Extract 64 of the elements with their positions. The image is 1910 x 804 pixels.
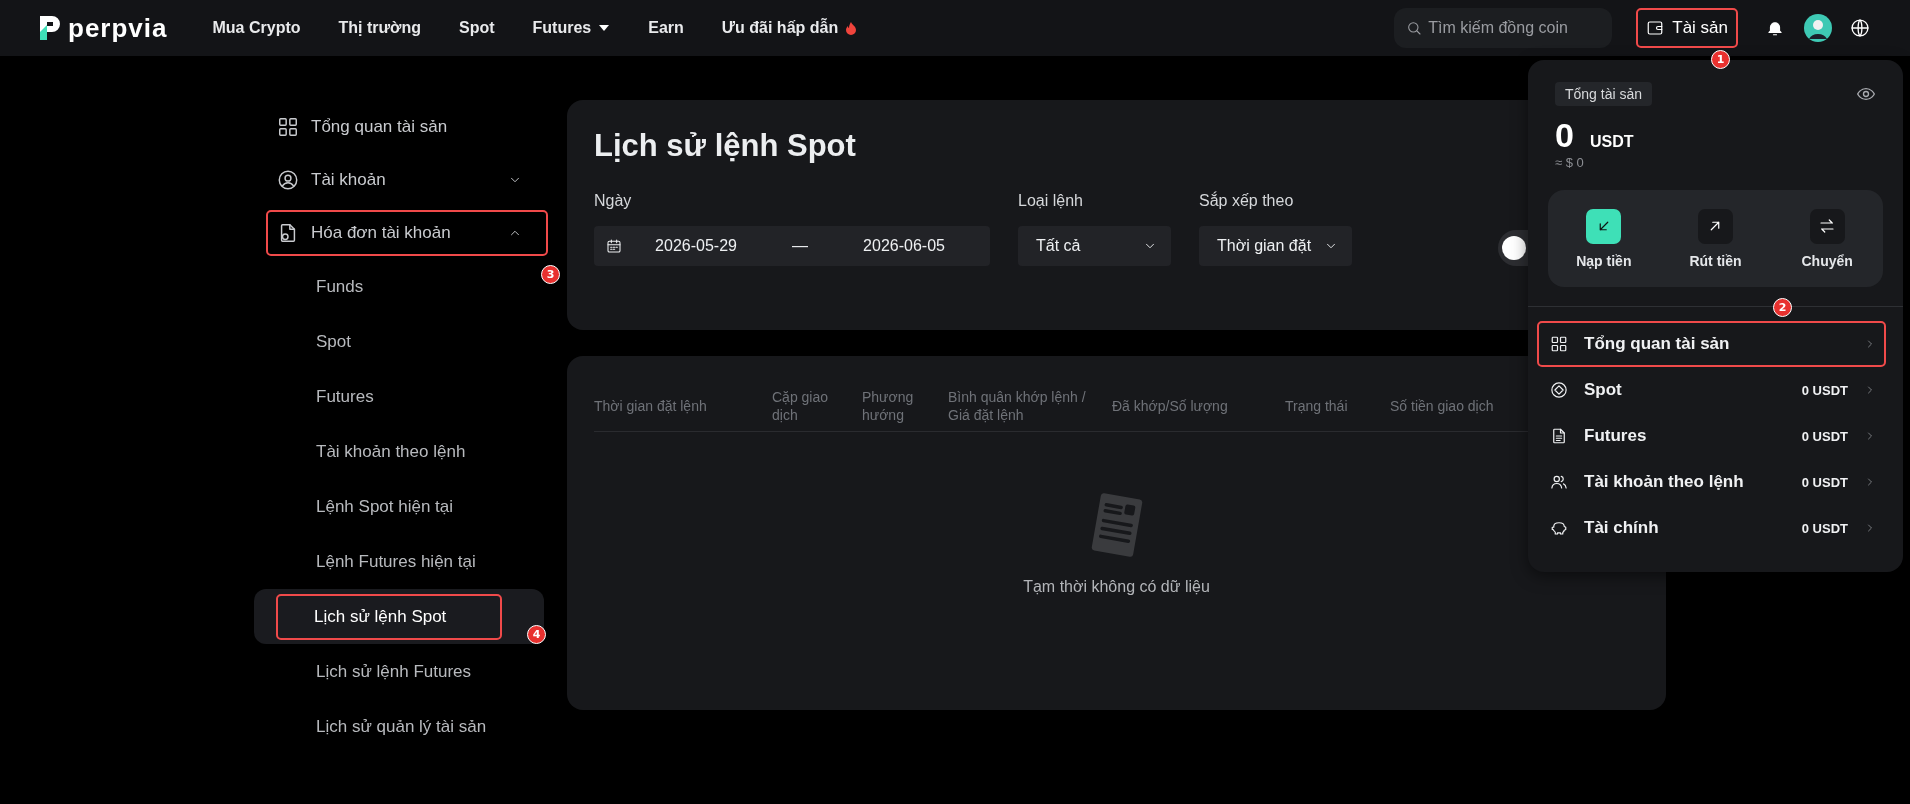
nav-link[interactable]: Ưu đãi hấp dẫn	[702, 19, 877, 37]
sidebar-subitem[interactable]: Lệnh Spot hiện tại	[254, 479, 544, 534]
empty-message: Tạm thời không có dữ liệu	[1023, 578, 1210, 596]
menu-item[interactable]: Tài khoản theo lệnh 0 USDT	[1537, 459, 1886, 505]
sidebar-subitem[interactable]: Futures	[254, 369, 544, 424]
brand-name[interactable]: perpvia	[68, 12, 168, 44]
calendar-icon	[606, 238, 622, 254]
nav-link[interactable]: Futures	[513, 19, 630, 37]
sidebar-subitem[interactable]: Lệnh Futures hiện tại	[254, 534, 544, 589]
sidebar-subitem[interactable]: Lịch sử quản lý tài sản	[254, 699, 544, 754]
users-icon	[1550, 473, 1568, 491]
column-header: Bình quân khớp lệnh / Giá đặt lệnh	[948, 387, 1087, 424]
field-label: Ngày	[594, 192, 633, 210]
grid-icon	[1550, 335, 1568, 353]
avatar-icon	[1804, 14, 1832, 42]
nav-link[interactable]: Spot	[440, 19, 514, 37]
nav-link[interactable]: Thị trường	[319, 19, 440, 37]
grid-icon	[277, 115, 299, 138]
globe-icon	[1850, 18, 1870, 38]
column-header: Trạng thái	[1285, 396, 1349, 415]
menu-item[interactable]: Spot 0 USDT	[1537, 367, 1886, 413]
sidebar-subitem[interactable]: Funds	[254, 259, 544, 314]
target-icon	[1550, 381, 1568, 399]
wallet-icon	[1646, 19, 1665, 37]
column-header: Thời gian đặt lệnh	[594, 396, 708, 415]
sidebar-item[interactable]: Tài khoản	[254, 153, 544, 206]
action-button[interactable]: Nạp tiền	[1548, 208, 1660, 269]
field-label: Loại lệnh	[1018, 192, 1084, 210]
step-badge: 4	[527, 624, 546, 644]
sidebar-item[interactable]: Tổng quan tài sản	[254, 100, 544, 153]
action-button[interactable]: Chuyển	[1771, 208, 1883, 269]
bell-icon	[1766, 19, 1784, 37]
sidebar-subitem[interactable]: Spot	[254, 314, 544, 369]
caret-down-icon	[598, 23, 611, 33]
page-title: Lịch sử lệnh Spot	[594, 127, 856, 165]
column-header: Phương hướng	[862, 387, 915, 424]
search-field[interactable]: Tìm kiếm đồng coin	[1394, 8, 1613, 48]
column-header: Đã khớp/Số lượng	[1112, 396, 1229, 415]
total-amount: 0	[1555, 116, 1574, 155]
total-assets-label: Tổng tài sản	[1555, 82, 1653, 106]
column-header: Số tiền giao dịch	[1390, 396, 1495, 415]
search-icon	[1406, 20, 1423, 36]
sidebar-subitem[interactable]: Lịch sử lệnh Spot 4	[254, 589, 544, 644]
column-header: Cặp giao dịch	[772, 387, 830, 424]
step-badge: 2	[1773, 298, 1792, 317]
currency-label: USDT	[1589, 133, 1634, 151]
piggy-bank-icon	[1550, 519, 1568, 537]
sidebar-subitem[interactable]: Lịch sử lệnh Futures	[254, 644, 544, 699]
user-icon	[277, 168, 299, 191]
nav-link[interactable]: Earn	[629, 19, 703, 37]
action-button[interactable]: Rút tiền	[1659, 208, 1772, 269]
menu-item[interactable]: Futures 0 USDT	[1537, 413, 1886, 459]
logo-mark-icon	[38, 14, 62, 42]
date-range-field[interactable]: 2026-05-29 — 2026-06-05	[594, 226, 990, 266]
dropdown[interactable]: Tất cả	[1018, 226, 1171, 266]
document-icon	[1550, 427, 1568, 445]
dropdown[interactable]: Thời gian đặt	[1199, 226, 1352, 266]
sidebar-subitem[interactable]: Tài khoản theo lệnh	[254, 424, 544, 479]
nav-link[interactable]: Mua Crypto	[193, 19, 320, 37]
approx-value: ≈ $ 0	[1554, 155, 1585, 170]
step-badge: 3	[541, 265, 560, 284]
field-label: Sắp xếp theo	[1199, 192, 1295, 210]
flame-icon	[845, 21, 858, 35]
menu-item[interactable]: Tài chính 0 USDT	[1537, 505, 1886, 551]
